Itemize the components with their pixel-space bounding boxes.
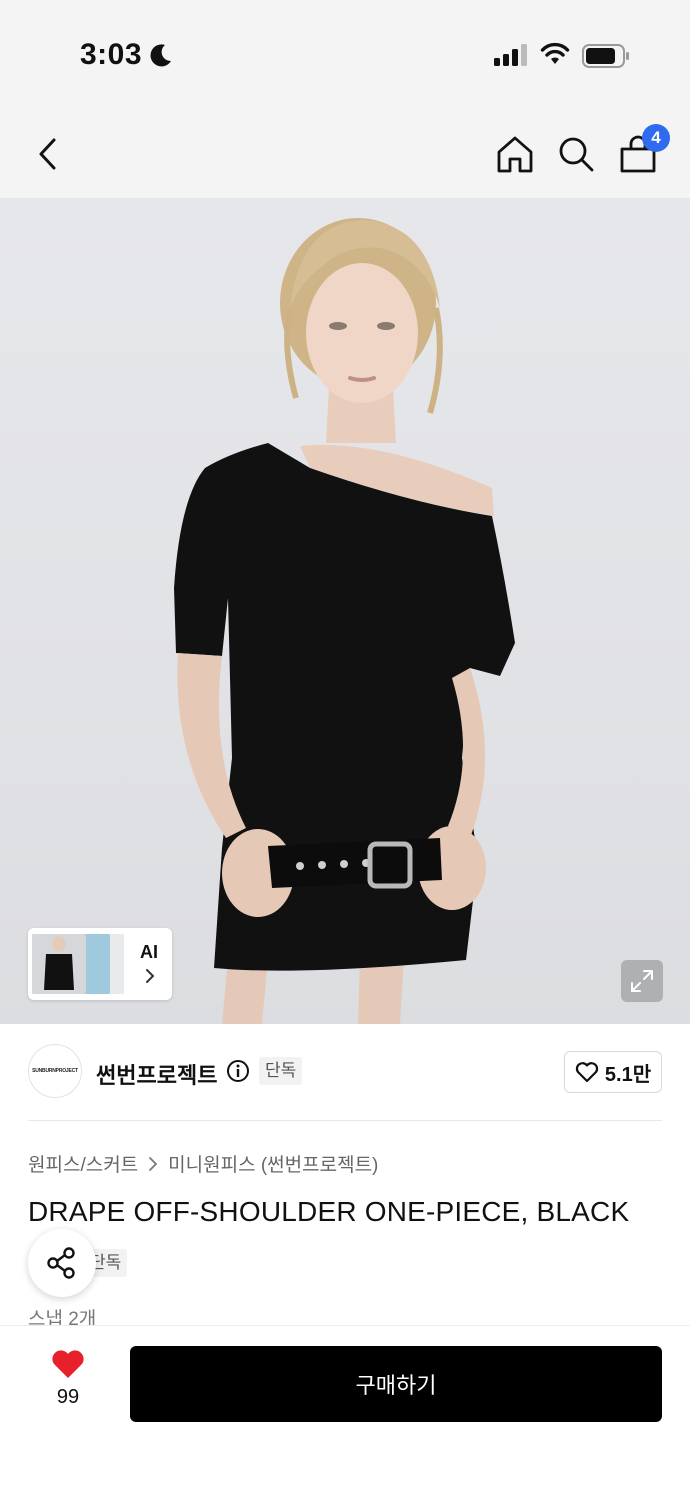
status-time: 3:03 (80, 38, 143, 71)
search-button[interactable] (552, 130, 600, 178)
chevron-right-icon (146, 969, 155, 983)
top-nav-bar: 4 (0, 110, 690, 198)
cart-count-badge: 4 (642, 124, 670, 152)
product-title: DRAPE OFF-SHOULDER ONE-PIECE, BLACK (28, 1196, 630, 1227)
back-button[interactable] (24, 130, 72, 178)
heart-filled-icon (52, 1350, 84, 1378)
brand-logo[interactable]: SUNBURNPROJECT (28, 1044, 82, 1098)
exclusive-badge: 단독 (259, 1057, 303, 1085)
chevron-right-icon (149, 1156, 158, 1171)
chevron-left-icon (39, 138, 56, 170)
wishlist-button[interactable]: 99 (40, 1348, 96, 1409)
share-icon (47, 1247, 75, 1279)
expand-image-button[interactable] (621, 960, 663, 1002)
home-button[interactable] (491, 130, 539, 178)
moon-icon (150, 44, 171, 67)
brand-like-count: 5.1만 (604, 1063, 652, 1086)
search-icon (559, 137, 594, 172)
home-icon (497, 136, 533, 173)
ai-label: AI (140, 942, 158, 962)
wifi-icon (540, 42, 570, 64)
battery-icon (582, 44, 629, 68)
heart-outline-icon (575, 1062, 599, 1083)
info-icon[interactable] (226, 1059, 250, 1083)
brand-row: SUNBURNPROJECT 썬번프로젝트 단독 5.1만 (28, 1044, 662, 1100)
thumbnail-photo (32, 934, 86, 994)
status-bar: 3:03 (0, 0, 690, 110)
breadcrumb: 원피스/스커트 미니원피스 (썬번프로젝트) (28, 1150, 378, 1177)
expand-icon (631, 970, 653, 992)
ai-thumbnail-1 (32, 934, 86, 994)
breadcrumb-subcategory[interactable]: 미니원피스 (썬번프로젝트) (168, 1150, 378, 1177)
ai-lookbook-card[interactable]: AI (28, 928, 172, 1000)
brand-like-button[interactable]: 5.1만 (564, 1051, 662, 1093)
brand-name[interactable]: 썬번프로젝트 (96, 1058, 217, 1090)
breadcrumb-category[interactable]: 원피스/스커트 (28, 1150, 138, 1177)
cellular-signal-icon (494, 44, 527, 66)
bottom-action-bar: 99 구매하기 (0, 1325, 690, 1500)
buy-button[interactable]: 구매하기 (130, 1346, 662, 1422)
wishlist-count: 99 (56, 1386, 80, 1408)
divider (28, 1120, 662, 1121)
cart-button[interactable]: 4 (614, 124, 670, 178)
model-photo (174, 218, 515, 1024)
product-image[interactable]: AI (0, 198, 690, 1024)
share-button[interactable] (28, 1229, 96, 1297)
